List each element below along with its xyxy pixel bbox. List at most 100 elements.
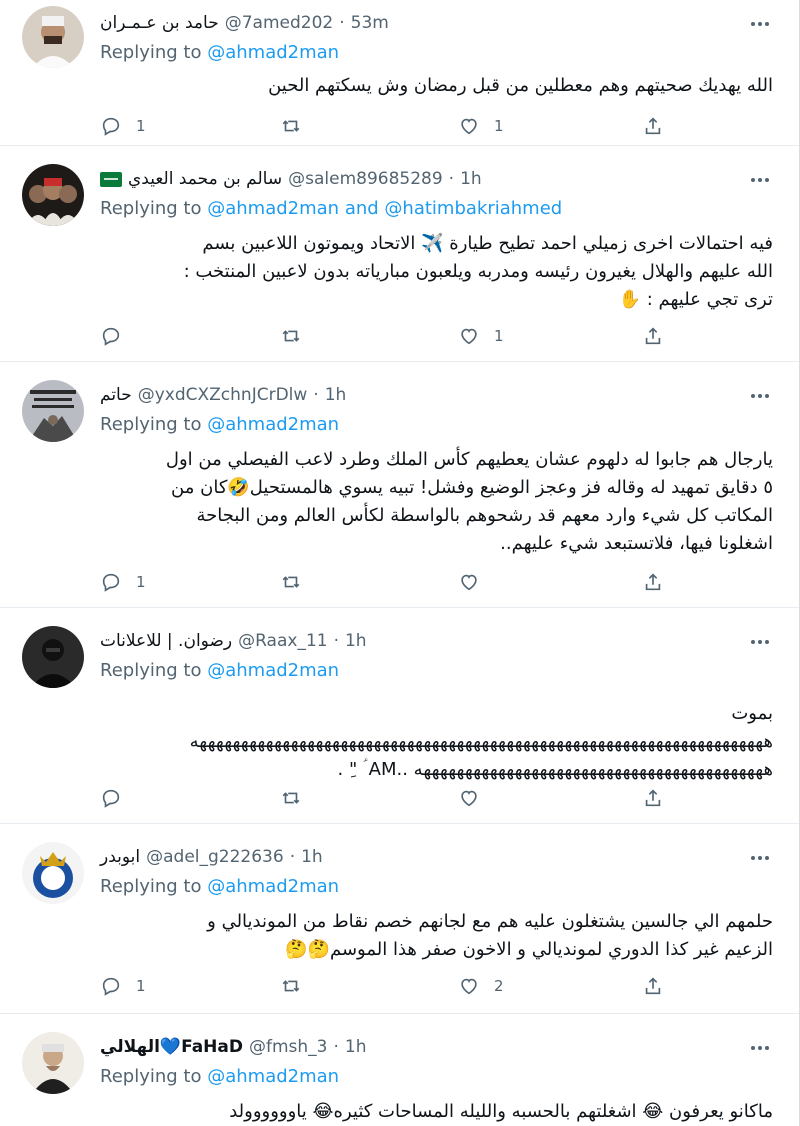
more-icon[interactable] bbox=[747, 386, 773, 406]
tweet[interactable]: حاتم @yxdCXZchnJCrDlw · 1h Replying to @… bbox=[0, 362, 799, 608]
reply-icon bbox=[102, 327, 120, 346]
replying-label: Replying to bbox=[100, 198, 202, 219]
tweet[interactable]: رضوان. | للاعلانات @Raax_11 · 1h Replyin… bbox=[0, 608, 799, 824]
more-icon[interactable] bbox=[747, 632, 773, 652]
retweet-button[interactable] bbox=[280, 784, 316, 812]
mention-link[interactable]: @ahmad2man bbox=[207, 1066, 339, 1087]
more-icon[interactable] bbox=[747, 170, 773, 190]
share-icon bbox=[645, 117, 661, 135]
retweet-icon bbox=[282, 980, 300, 992]
replying-to: Replying to @ahmad2man and @hatimbakriah… bbox=[100, 198, 562, 219]
like-count: 1 bbox=[494, 327, 504, 345]
avatar[interactable] bbox=[22, 380, 84, 442]
tweet-text: حلمهم الي جالسين يشتغلون عليه هم مع لجان… bbox=[100, 908, 773, 964]
replies-feed: حامد بن عـمـران @7amed202 · 53m Replying… bbox=[0, 0, 800, 1126]
like-button[interactable]: 2 bbox=[458, 972, 504, 1000]
separator-dot: · bbox=[313, 385, 319, 405]
reply-icon bbox=[102, 573, 120, 592]
separator-dot: · bbox=[289, 847, 296, 867]
reply-button[interactable]: 1 bbox=[100, 972, 146, 1000]
timestamp[interactable]: 53m bbox=[351, 13, 389, 33]
display-name[interactable]: سالم بن محمد العيدي bbox=[128, 169, 282, 189]
tweet-text-line: ترى تجي عليهم : ✋ bbox=[618, 289, 773, 310]
display-name[interactable]: FaHaD💙الهلالي bbox=[100, 1037, 243, 1057]
tweet[interactable]: حامد بن عـمـران @7amed202 · 53m Replying… bbox=[0, 0, 799, 146]
retweet-button[interactable] bbox=[280, 972, 316, 1000]
retweet-button[interactable] bbox=[280, 112, 316, 140]
tweet-text-line: هههههههههههههههههههههههههههههههههههههههه… bbox=[189, 731, 773, 752]
handle[interactable]: @Raax_11 bbox=[238, 631, 327, 651]
tweet-text: فيه احتمالات اخرى زميلي احمد تطيح طيارة … bbox=[100, 230, 773, 314]
share-button[interactable] bbox=[642, 972, 664, 1000]
display-name[interactable]: ابوبدر bbox=[100, 847, 140, 867]
more-icon[interactable] bbox=[747, 848, 773, 868]
tweet-text-line: هههههههههههههههههههههههههههههههههههههههه… bbox=[337, 759, 774, 780]
reply-button[interactable] bbox=[100, 322, 136, 350]
retweet-icon bbox=[282, 576, 300, 588]
handle[interactable]: @yxdCXZchnJCrDlw bbox=[138, 385, 308, 405]
mention-link[interactable]: @hatimbakriahmed bbox=[384, 198, 562, 219]
tweet-text: الله يهديك صحيتهم وهم معطلين من قبل رمضا… bbox=[100, 72, 773, 100]
like-icon bbox=[461, 574, 477, 591]
like-icon bbox=[461, 328, 477, 345]
mention-link[interactable]: @ahmad2man bbox=[207, 42, 339, 63]
retweet-button[interactable] bbox=[280, 568, 316, 596]
like-count: 1 bbox=[494, 117, 504, 135]
mention-link[interactable]: @ahmad2man bbox=[207, 660, 339, 681]
timestamp[interactable]: 1h bbox=[345, 1037, 367, 1057]
retweet-button[interactable] bbox=[280, 322, 316, 350]
tweet[interactable]: ابوبدر @adel_g222636 · 1h Replying to @a… bbox=[0, 824, 799, 1014]
mention-link[interactable]: @ahmad2man bbox=[207, 414, 339, 435]
tweet-text-line: بموت bbox=[731, 703, 773, 724]
tweet[interactable]: FaHaD💙الهلالي @fmsh_3 · 1h Replying to @… bbox=[0, 1014, 799, 1126]
like-icon bbox=[461, 118, 477, 135]
handle[interactable]: @7amed202 bbox=[225, 13, 334, 33]
tweet-text-line: ٥ دقايق تمهيد له وقاله فز وعجز الوضيع وف… bbox=[171, 477, 773, 498]
avatar[interactable] bbox=[22, 6, 84, 68]
share-button[interactable] bbox=[642, 784, 664, 812]
timestamp[interactable]: 1h bbox=[325, 385, 347, 405]
handle[interactable]: @salem89685289 bbox=[288, 169, 443, 189]
display-name[interactable]: حاتم bbox=[100, 385, 132, 405]
tweet-actions: 1 bbox=[100, 322, 680, 350]
reply-button[interactable]: 1 bbox=[100, 568, 146, 596]
share-button[interactable] bbox=[642, 568, 664, 596]
tweet-header: FaHaD💙الهلالي @fmsh_3 · 1h bbox=[100, 1034, 739, 1060]
reply-button[interactable]: 1 bbox=[100, 112, 146, 140]
tweet[interactable]: سالم بن محمد العيدي @salem89685289 · 1h … bbox=[0, 146, 799, 362]
tweet-header: حاتم @yxdCXZchnJCrDlw · 1h bbox=[100, 382, 739, 408]
like-button[interactable] bbox=[458, 568, 494, 596]
like-button[interactable]: 1 bbox=[458, 112, 504, 140]
more-icon[interactable] bbox=[747, 14, 773, 34]
reply-button[interactable] bbox=[100, 784, 136, 812]
tweet-text-line: الزعيم غير كذا الدوري لمونديالي و الاخون… bbox=[285, 939, 773, 960]
like-button[interactable] bbox=[458, 784, 494, 812]
avatar[interactable] bbox=[22, 164, 84, 226]
tweet-text-line: المكاتب كل شيء وارد معهم قد رشحوهم بالوا… bbox=[196, 505, 773, 526]
mention-link[interactable]: @ahmad2man bbox=[207, 198, 339, 219]
like-button[interactable]: 1 bbox=[458, 322, 504, 350]
timestamp[interactable]: 1h bbox=[345, 631, 367, 651]
avatar[interactable] bbox=[22, 626, 84, 688]
tweet-text-line: ماكانو يعرفون 😂 اشغلتهم بالحسبه والليله … bbox=[229, 1101, 773, 1122]
handle[interactable]: @fmsh_3 bbox=[249, 1037, 328, 1057]
share-button[interactable] bbox=[642, 112, 664, 140]
share-icon bbox=[645, 977, 661, 995]
retweet-icon bbox=[282, 330, 300, 342]
retweet-icon bbox=[282, 792, 300, 804]
avatar[interactable] bbox=[22, 842, 84, 904]
timestamp[interactable]: 1h bbox=[460, 169, 482, 189]
share-button[interactable] bbox=[642, 322, 664, 350]
mention-link[interactable]: @ahmad2man bbox=[207, 876, 339, 897]
display-name[interactable]: حامد بن عـمـران bbox=[100, 13, 219, 33]
tweet-actions bbox=[100, 784, 680, 812]
handle[interactable]: @adel_g222636 bbox=[146, 847, 284, 867]
more-icon[interactable] bbox=[747, 1038, 773, 1058]
replying-label: Replying to bbox=[100, 42, 202, 63]
avatar[interactable] bbox=[22, 1032, 84, 1094]
replying-label: Replying to bbox=[100, 876, 202, 897]
display-name[interactable]: رضوان. | للاعلانات bbox=[100, 631, 232, 651]
timestamp[interactable]: 1h bbox=[301, 847, 323, 867]
replying-to: Replying to @ahmad2man bbox=[100, 414, 339, 435]
reply-count: 1 bbox=[136, 573, 146, 591]
